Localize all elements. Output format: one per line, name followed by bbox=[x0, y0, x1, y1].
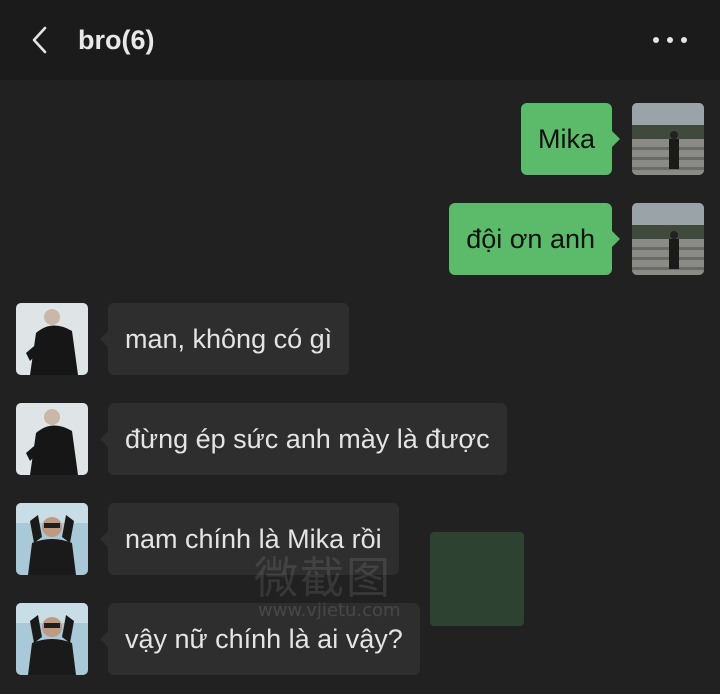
member-avatar-1[interactable] bbox=[16, 403, 88, 475]
back-button[interactable] bbox=[22, 22, 58, 58]
member-avatar-2[interactable] bbox=[16, 603, 88, 675]
more-horizontal-icon bbox=[653, 37, 687, 43]
chevron-left-icon bbox=[32, 26, 47, 54]
message-bubble-incoming[interactable]: vậy nữ chính là ai vậy? bbox=[108, 603, 420, 675]
message-text: Mika bbox=[537, 124, 595, 154]
bubble-tail bbox=[100, 431, 108, 447]
message-text: man, không có gì bbox=[125, 324, 333, 354]
member-avatar-1[interactable] bbox=[16, 303, 88, 375]
message-bubble-incoming[interactable]: man, không có gì bbox=[108, 303, 350, 375]
message-bubble-incoming[interactable]: nam chính là Mika rồi bbox=[108, 503, 399, 575]
bubble-tail bbox=[612, 231, 620, 247]
message-bubble-outgoing[interactable]: đội ơn anh bbox=[449, 203, 612, 275]
message-text: vậy nữ chính là ai vậy? bbox=[125, 624, 403, 654]
chat-header: bro(6) bbox=[0, 0, 720, 80]
bubble-tail bbox=[100, 631, 108, 647]
bubble-tail bbox=[100, 531, 108, 547]
message-text: đội ơn anh bbox=[466, 224, 595, 254]
bubble-tail bbox=[612, 131, 620, 147]
more-button[interactable] bbox=[648, 26, 692, 54]
message-bubble-outgoing[interactable]: Mika bbox=[520, 103, 612, 175]
chat-title: bro(6) bbox=[78, 25, 155, 55]
self-avatar[interactable] bbox=[632, 203, 704, 275]
message-text: nam chính là Mika rồi bbox=[125, 524, 382, 554]
self-avatar[interactable] bbox=[632, 103, 704, 175]
member-avatar-2[interactable] bbox=[16, 503, 88, 575]
message-text: đừng ép sức anh mày là được bbox=[125, 424, 490, 454]
message-bubble-incoming[interactable]: đừng ép sức anh mày là được bbox=[108, 403, 507, 475]
bubble-tail bbox=[100, 331, 108, 347]
message-list[interactable]: Mika đội ơn anh man, không có gì đừng ép… bbox=[0, 80, 720, 694]
